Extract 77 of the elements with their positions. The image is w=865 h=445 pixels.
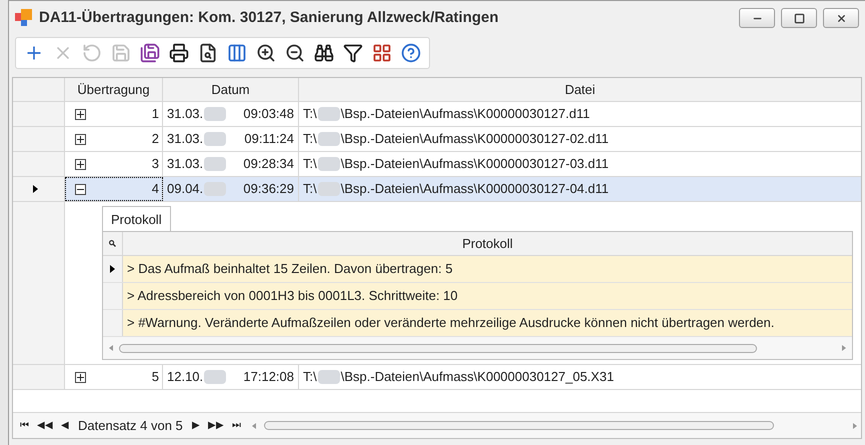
date-text: 09.04. [167, 180, 204, 198]
current-row-icon [110, 265, 115, 273]
time-text: 09:28:34 [243, 155, 294, 174]
table-cell-text: 2 [152, 130, 159, 148]
date-text: 12.10. [167, 368, 204, 386]
date-text: 31.03. [167, 155, 204, 174]
time-text: 09:11:24 [244, 130, 294, 148]
log-line: > Adressbereich von 0001H3 bis 0001L3. Schrittweite: 10 [126, 287, 459, 306]
search-icon[interactable] [109, 240, 116, 247]
print-icon[interactable] [169, 43, 189, 63]
zoom-out-icon[interactable] [285, 43, 305, 63]
zoom-in-icon[interactable] [256, 43, 276, 63]
blurred-region [318, 132, 340, 146]
previous-record-button[interactable]: ◀ [58, 420, 72, 430]
scroll-left-icon[interactable] [252, 422, 256, 428]
blurred-region [204, 132, 226, 146]
first-record-button[interactable]: ⏮ [17, 420, 32, 430]
column-header[interactable]: Datei [299, 78, 861, 101]
path-text: \Bsp.-Dateien\Aufmass\K00000030127-02.d11 [340, 130, 609, 148]
maximize-button[interactable] [781, 8, 817, 28]
log-line: > #Warnung. Veränderte Aufmaßzeilen oder veränderte mehrzeilige Ausdrucke können nicht übertragen werden. [126, 314, 776, 332]
path-text: \Bsp.-Dateien\Aufmass\K00000030127-04.d11 [340, 180, 609, 198]
record-status: Datensatz 4 von 5 [77, 416, 184, 435]
maximize-icon [794, 12, 804, 24]
collapse-button[interactable] [75, 184, 86, 194]
blurred-region [204, 370, 226, 384]
drive-text: T:\ [303, 130, 317, 148]
blurred-region [318, 157, 340, 171]
app-logo-icon [15, 9, 33, 27]
document-search-icon[interactable] [198, 43, 218, 63]
columns-icon[interactable] [227, 43, 247, 63]
scrollbar-thumb[interactable] [119, 344, 757, 352]
drive-text: T:\ [303, 368, 317, 386]
scroll-right-icon[interactable] [842, 345, 846, 351]
filter-icon[interactable] [343, 43, 363, 63]
close-button[interactable] [823, 8, 859, 28]
scroll-right-icon[interactable] [853, 422, 857, 428]
scrollbar-thumb[interactable] [264, 421, 774, 430]
date-text: 31.03. [167, 105, 204, 124]
blurred-region [204, 157, 226, 171]
table-cell-text: 1 [152, 105, 159, 124]
column-header[interactable]: Datum [163, 78, 299, 101]
scroll-left-icon[interactable] [109, 345, 113, 351]
expand-button[interactable] [75, 134, 86, 144]
date-text: 31.03. [167, 130, 204, 148]
path-text: \Bsp.-Dateien\Aufmass\K00000030127_05.X31 [340, 368, 614, 386]
column-header[interactable]: Übertragung [65, 78, 163, 101]
tab[interactable]: Protokoll [102, 206, 171, 232]
blurred-region [318, 107, 340, 121]
previous-page-button[interactable]: ◀◀ [34, 420, 56, 430]
time-text: 17:12:08 [243, 368, 294, 386]
minimize-button[interactable] [739, 8, 775, 28]
expand-button[interactable] [75, 108, 86, 120]
next-record-button[interactable]: ▶ [188, 420, 203, 430]
close-icon [836, 12, 846, 24]
log-line: > Das Aufmaß beinhaltet 15 Zeilen. Davon übertragen: 5 [126, 260, 454, 278]
time-text: 09:36:29 [243, 180, 294, 198]
table-cell-text: 3 [152, 155, 159, 174]
time-text: 09:03:48 [243, 105, 294, 124]
help-icon[interactable] [401, 43, 421, 63]
table-cell-text: 4 [152, 180, 159, 198]
path-text: \Bsp.-Dateien\Aufmass\K00000030127-03.d11 [340, 155, 609, 174]
blurred-region [318, 370, 340, 384]
blurred-region [204, 107, 226, 121]
next-page-button[interactable]: ▶▶ [204, 420, 227, 430]
row-indicator[interactable] [103, 256, 123, 282]
drive-text: T:\ [303, 105, 317, 124]
last-record-button[interactable]: ⏭ [228, 420, 244, 430]
expand-button[interactable] [75, 372, 86, 382]
current-row-icon [33, 185, 38, 193]
window-title: DA11-Übertragungen: Kom. 30127, Sanierung Allzweck/Ratingen [39, 8, 500, 28]
drive-text: T:\ [303, 155, 317, 174]
path-text: \Bsp.-Dateien\Aufmass\K00000030127.d11 [340, 105, 590, 124]
table-cell-text: 5 [152, 368, 159, 386]
drive-text: T:\ [303, 180, 317, 198]
binoculars-icon[interactable] [314, 43, 334, 63]
expand-button[interactable] [75, 158, 86, 170]
